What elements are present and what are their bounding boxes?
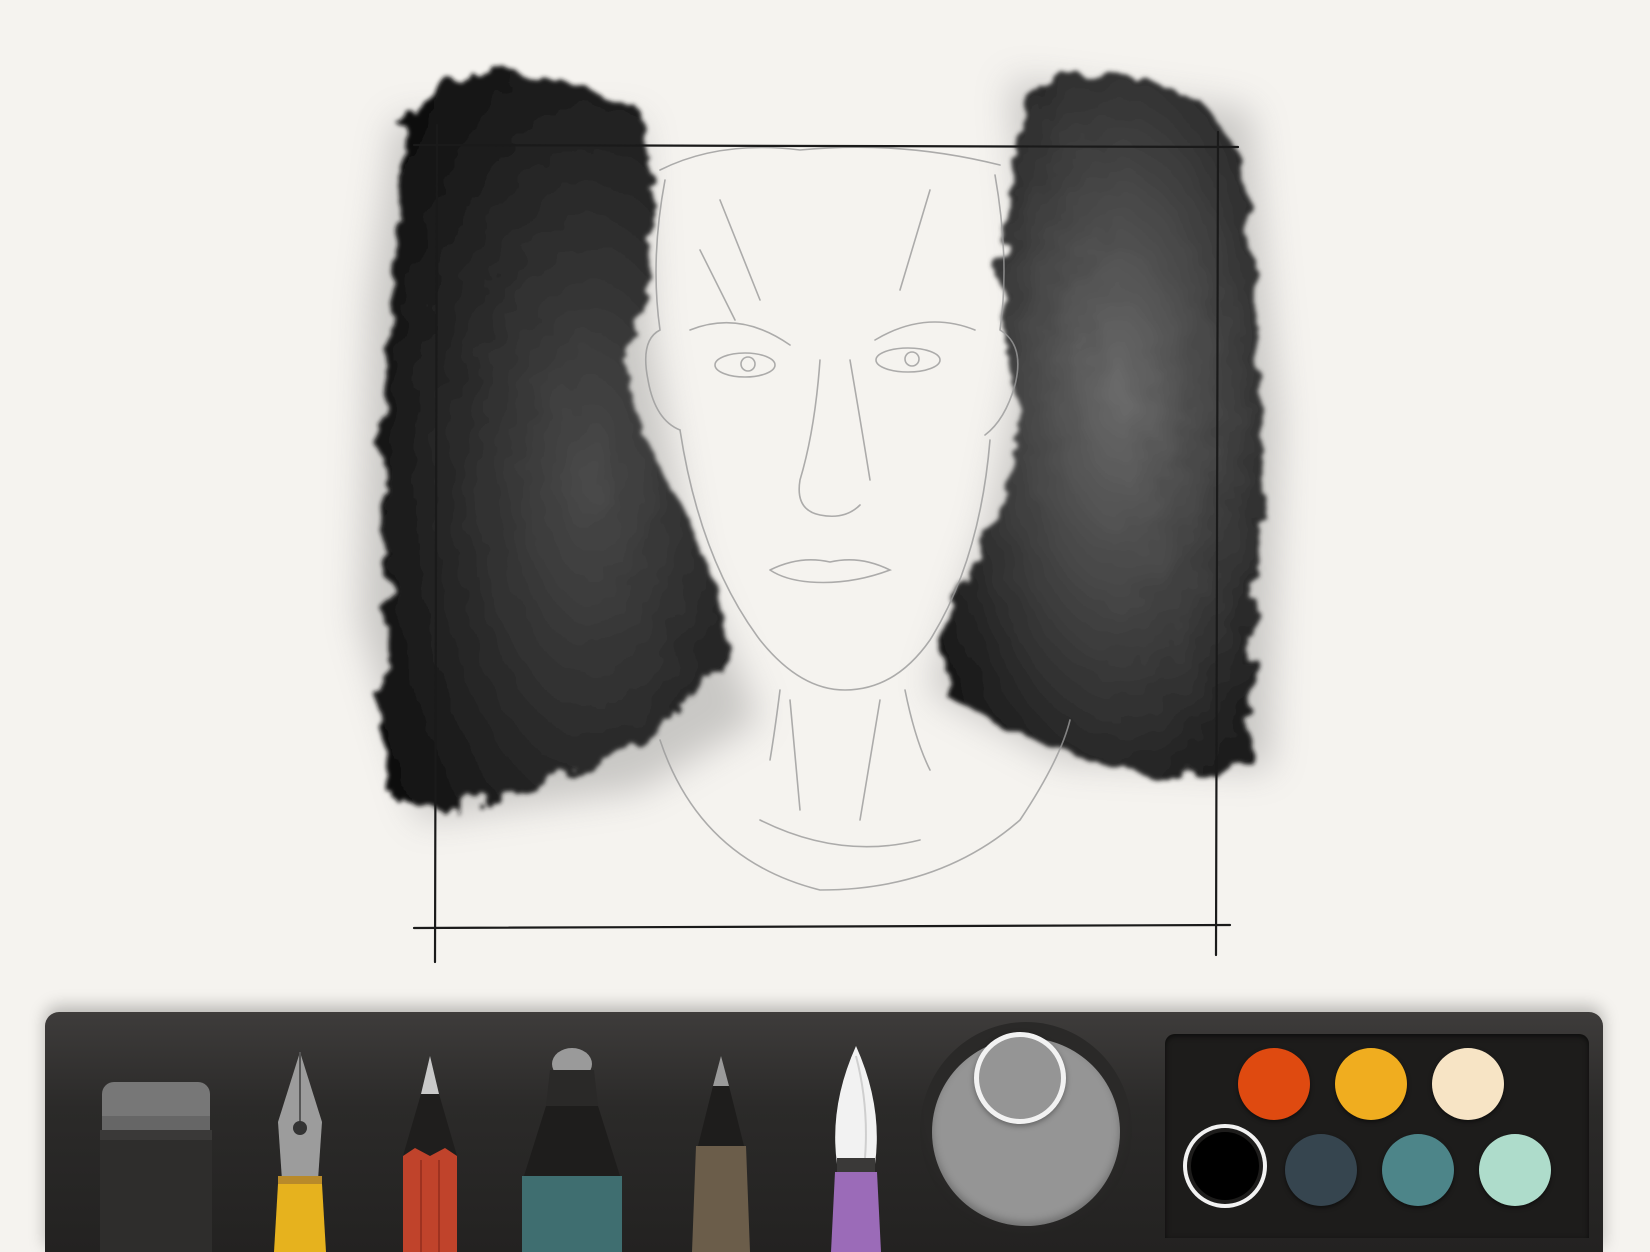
marker-icon [522, 1048, 622, 1252]
watercolor-brush-tool[interactable] [823, 1046, 889, 1252]
brush-icon [831, 1046, 881, 1252]
color-palette [1165, 1034, 1589, 1238]
swatch-yellow[interactable] [1335, 1048, 1407, 1120]
current-color-indicator[interactable] [974, 1032, 1066, 1124]
color-mixer[interactable] [920, 1022, 1132, 1238]
swatch-cream[interactable] [1432, 1048, 1504, 1120]
swatch-black[interactable] [1191, 1132, 1259, 1200]
eraser-tool[interactable] [100, 1082, 212, 1252]
fountain-pen-tool[interactable] [270, 1052, 330, 1252]
fine-pen-icon [692, 1056, 750, 1252]
fine-pen-tool[interactable] [688, 1056, 754, 1252]
marker-tool[interactable] [522, 1046, 622, 1252]
fountain-pen-icon [274, 1052, 326, 1252]
swatch-mint[interactable] [1479, 1134, 1551, 1206]
pencil-tool[interactable] [395, 1056, 465, 1252]
swatch-teal[interactable] [1382, 1134, 1454, 1206]
swatch-orange[interactable] [1238, 1048, 1310, 1120]
left-ink-mass [380, 70, 730, 810]
eraser-icon [100, 1082, 212, 1252]
sketch-artwork [360, 70, 1280, 964]
drawing-canvas[interactable] [0, 0, 1650, 1000]
swatch-slate[interactable] [1285, 1134, 1357, 1206]
pencil-icon [403, 1056, 457, 1252]
